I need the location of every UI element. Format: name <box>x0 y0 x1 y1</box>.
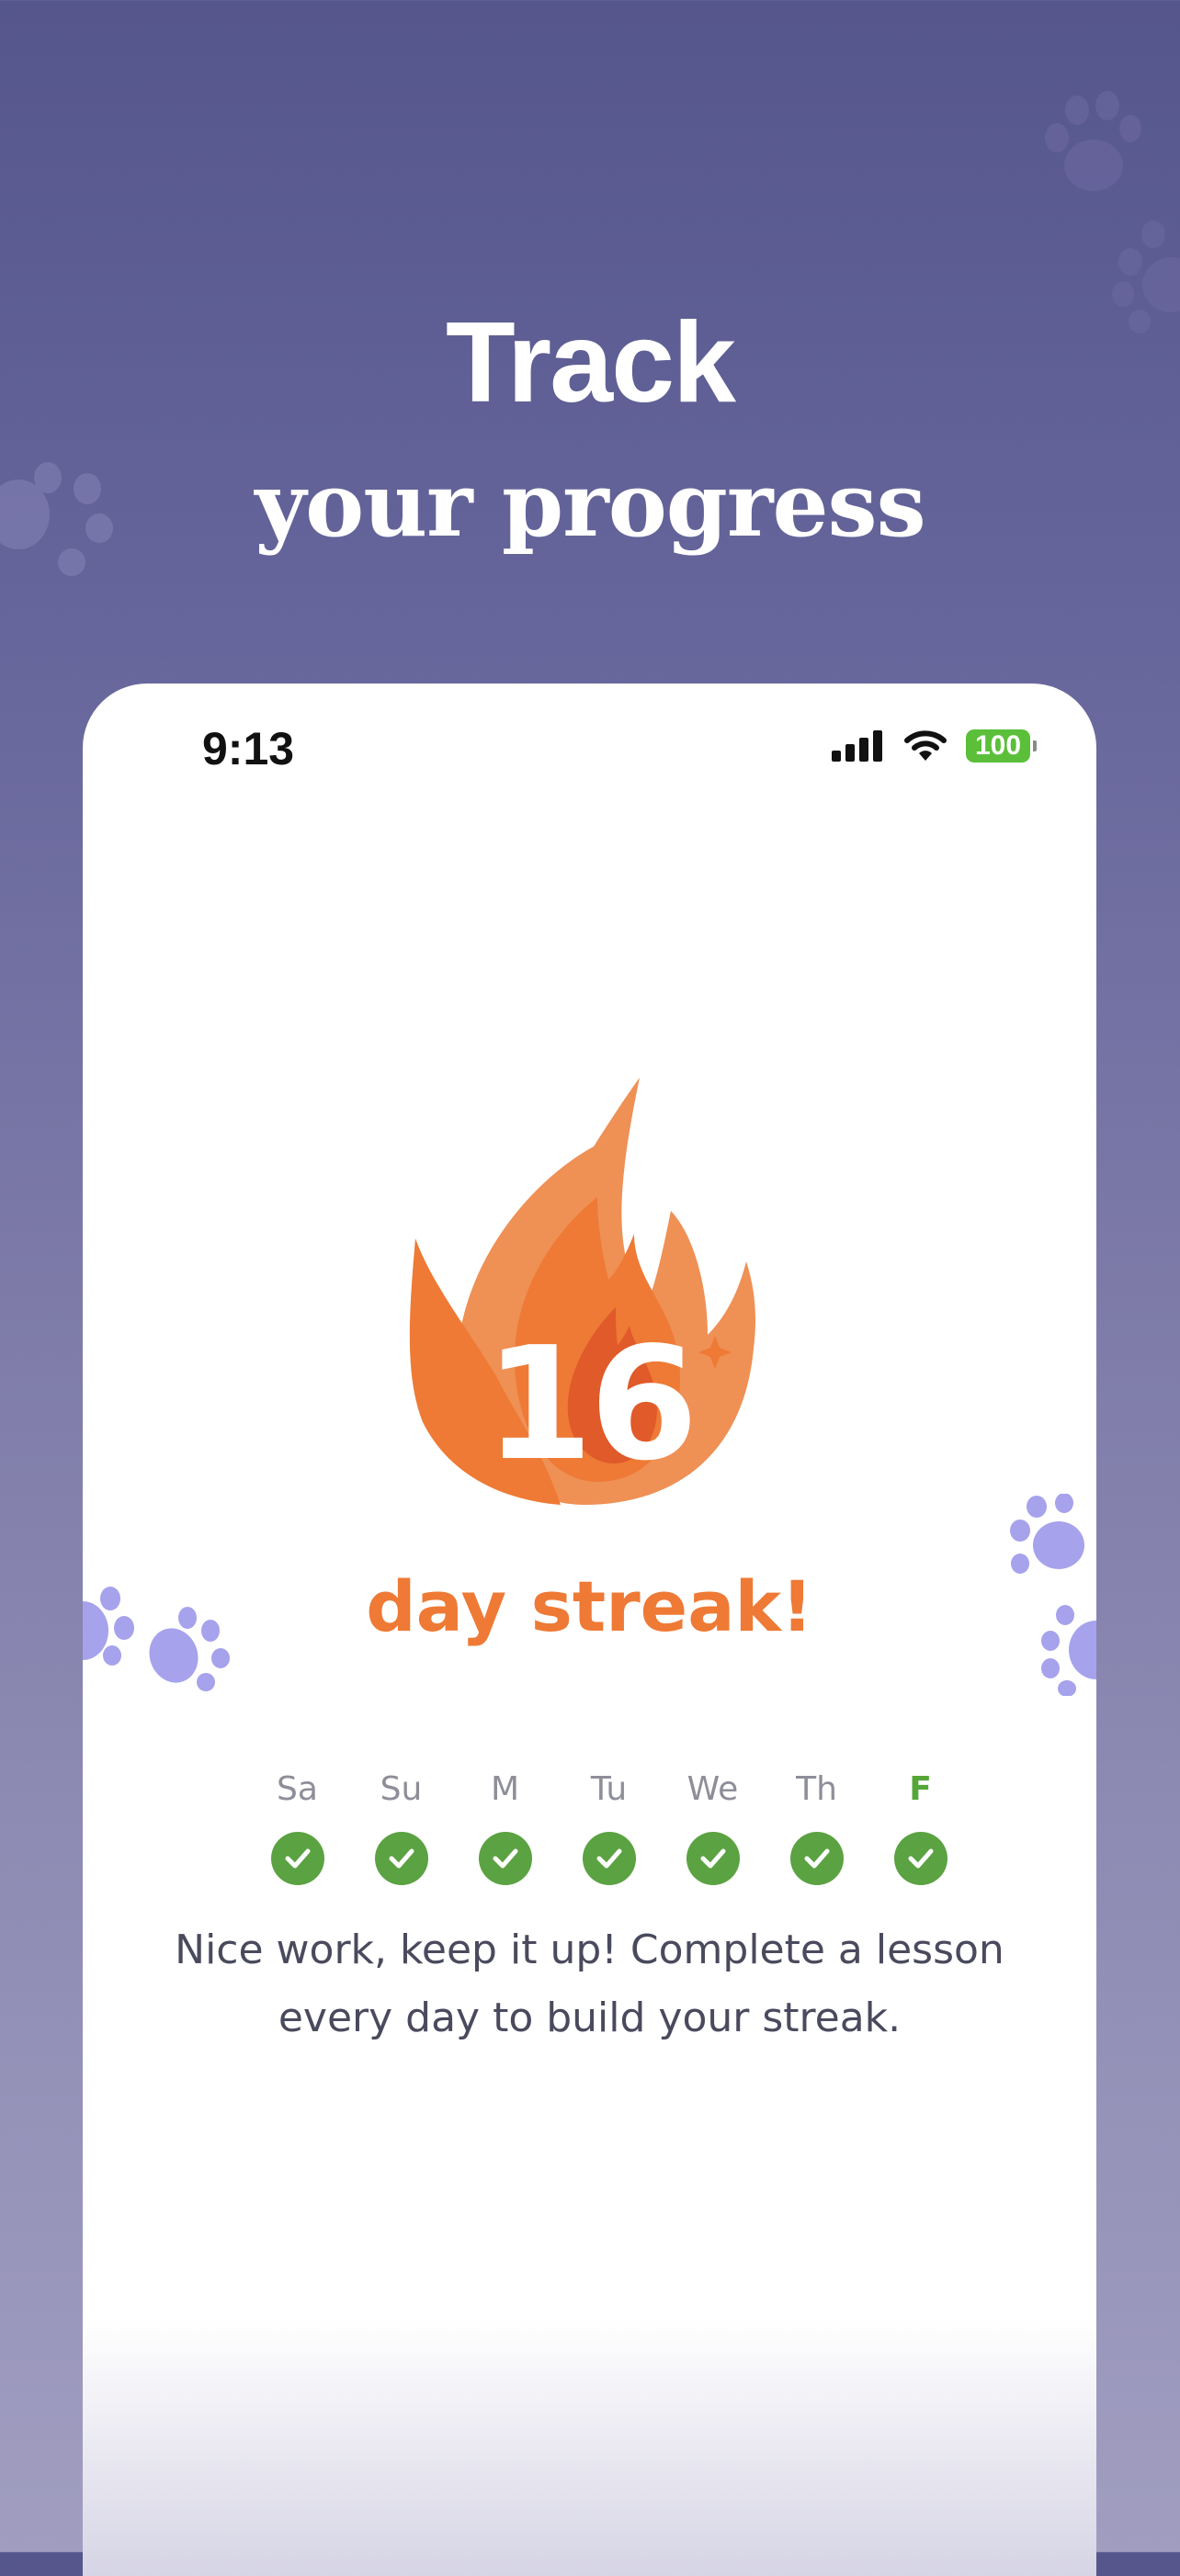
day-label: M <box>490 1770 520 1808</box>
day-label: Tu <box>590 1770 628 1808</box>
cellular-signal-icon <box>832 730 882 762</box>
encouragement-message: Nice work, keep it up! Complete a lesson… <box>175 1926 1004 2041</box>
streak-label: day streak! <box>366 1565 813 1647</box>
day-column-today: F <box>868 1766 972 1885</box>
day-label: Sa <box>277 1770 318 1808</box>
day-column: Sa <box>245 1766 349 1885</box>
day-label: Th <box>796 1770 837 1808</box>
checkmark-icon <box>478 1832 532 1885</box>
day-column: M <box>453 1766 557 1885</box>
day-column: Su <box>349 1766 453 1885</box>
wifi-icon <box>904 730 947 761</box>
checkmark-icon <box>582 1832 636 1885</box>
paw-print-icon <box>1045 91 1141 191</box>
day-column: Th <box>765 1766 868 1885</box>
status-time: 9:13 <box>202 723 295 774</box>
battery-indicator: 100 <box>966 729 1037 763</box>
day-label: We <box>686 1770 739 1808</box>
checkmark-icon <box>686 1832 740 1885</box>
day-label: F <box>909 1770 932 1808</box>
headline-subtitle: your progress <box>255 453 925 557</box>
day-column: We <box>661 1766 765 1885</box>
status-icons: 100 <box>832 729 1037 763</box>
checkmark-icon <box>789 1832 844 1885</box>
checkmark-icon <box>374 1832 428 1885</box>
week-tracker: Sa Su M Tu We Th F <box>245 1766 972 1885</box>
phone-screen: 9:13 100 16 day streak! Sa Su M Tu We Th… <box>83 684 1096 2576</box>
bottom-fade <box>83 2319 1096 2576</box>
day-label: Su <box>380 1770 423 1808</box>
day-column: Tu <box>557 1766 661 1885</box>
checkmark-icon <box>270 1832 324 1885</box>
headline-title: Track <box>445 299 736 426</box>
checkmark-icon <box>893 1832 947 1885</box>
streak-count: 16 <box>484 1314 698 1496</box>
